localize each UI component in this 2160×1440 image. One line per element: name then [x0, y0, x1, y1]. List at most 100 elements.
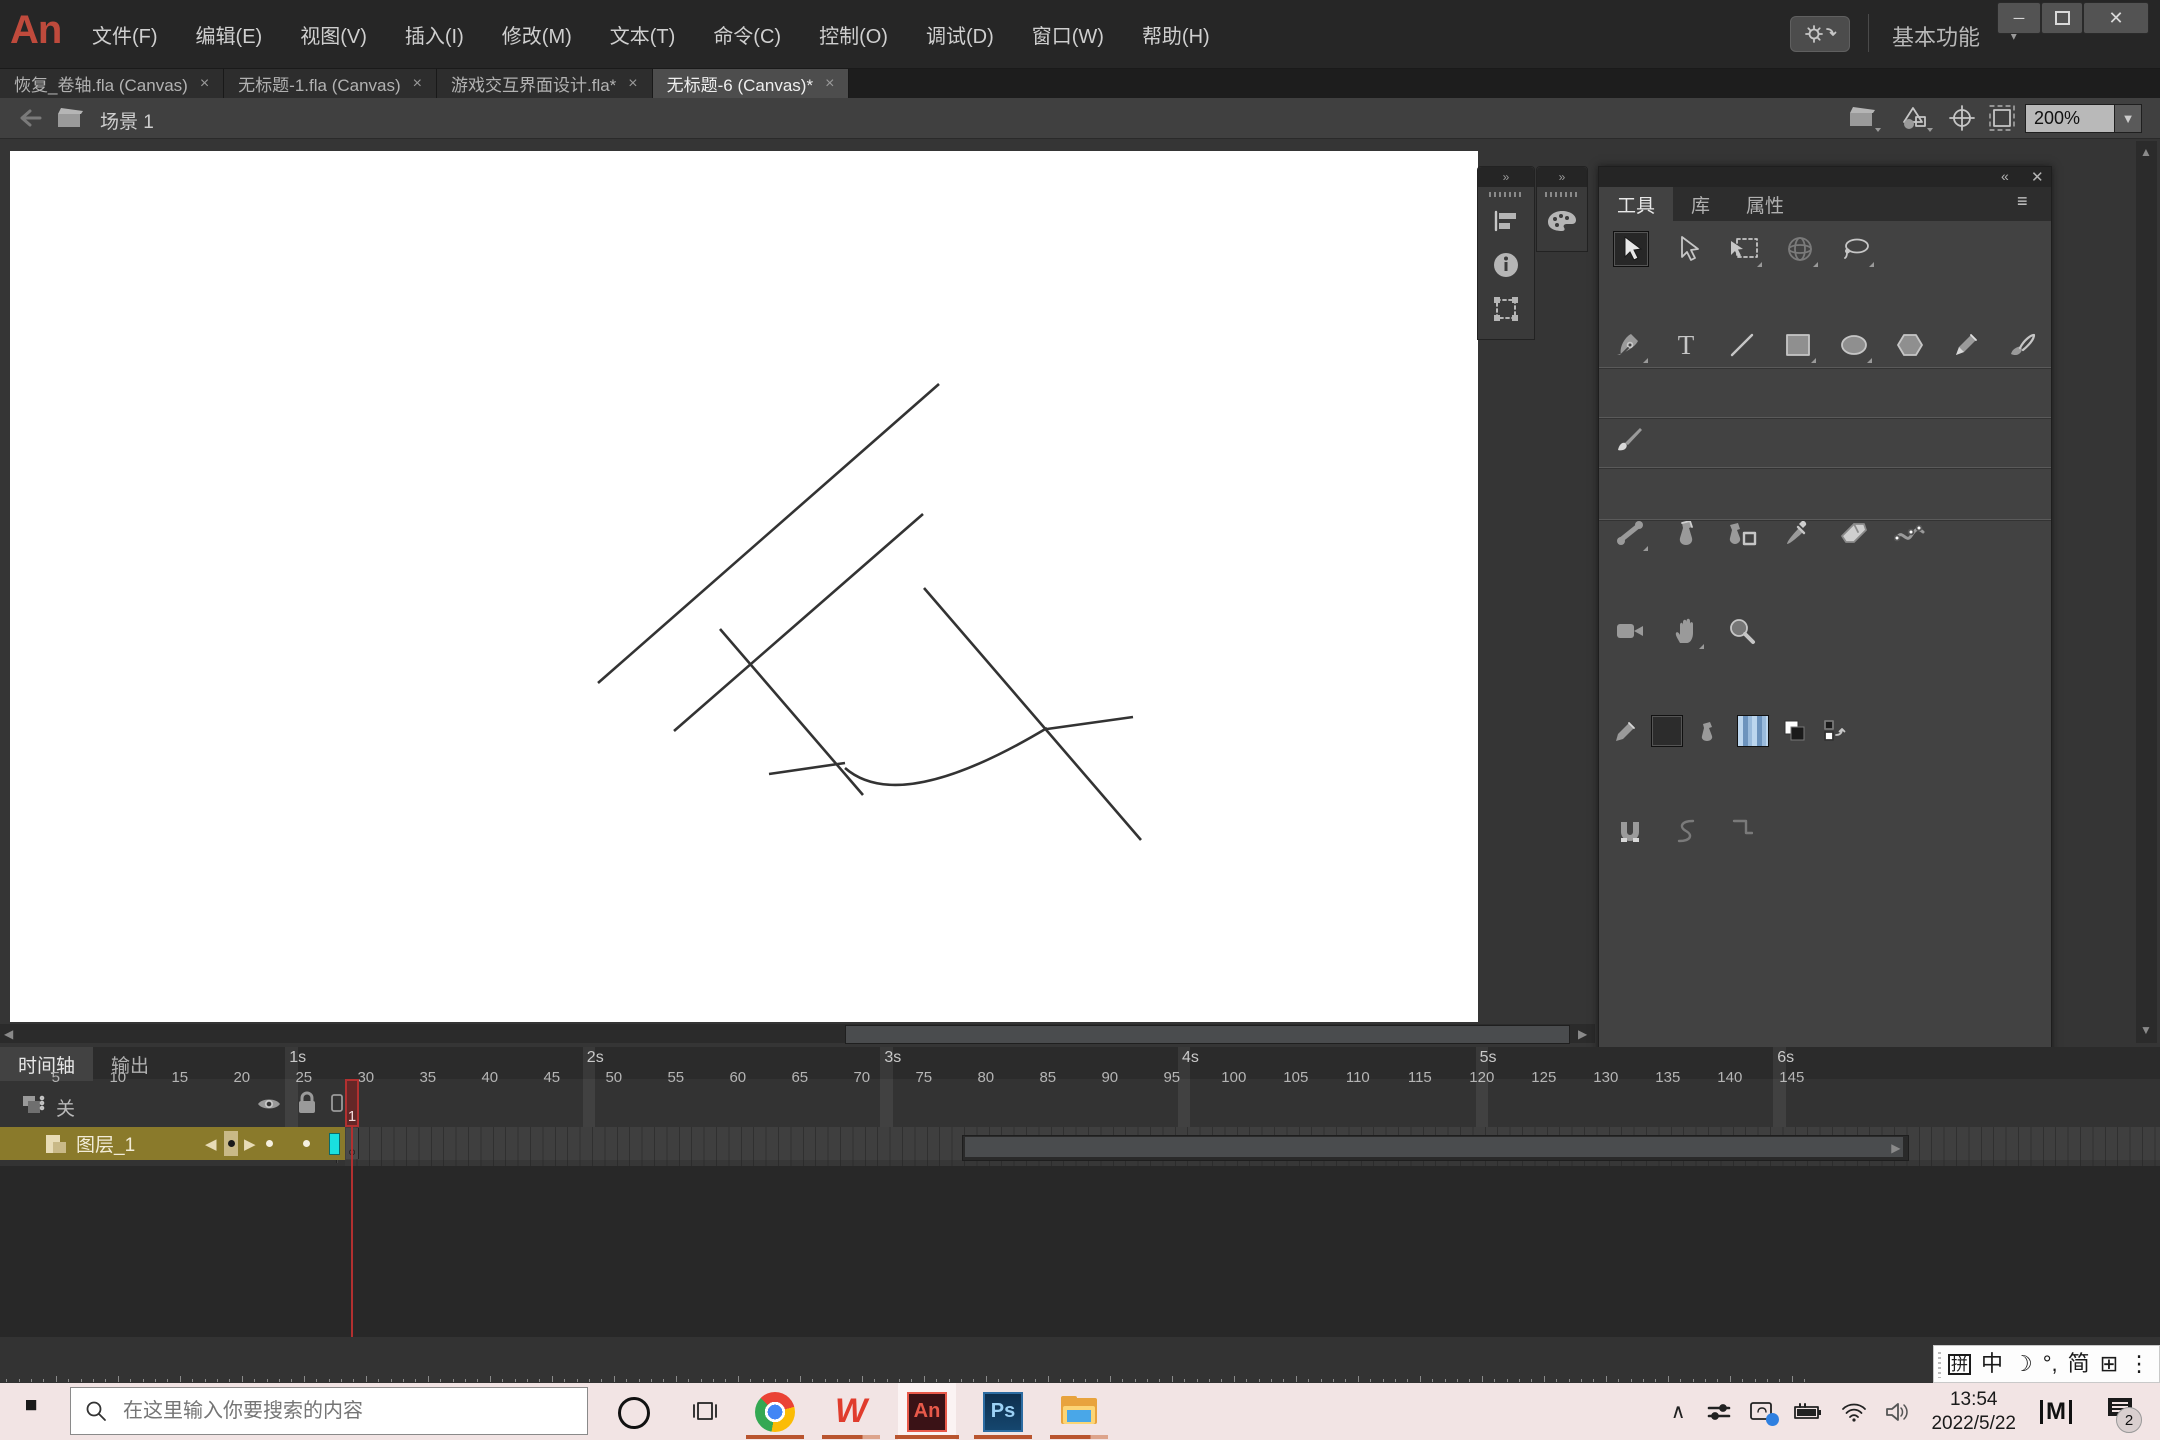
- tab-close-icon[interactable]: ×: [413, 75, 422, 93]
- taskbar-app-wps[interactable]: W: [828, 1389, 874, 1434]
- menu-1[interactable]: 文件(F): [92, 20, 158, 49]
- menu-2[interactable]: 编辑(E): [196, 20, 263, 49]
- show-hide-all-layers-icon[interactable]: [256, 1095, 282, 1113]
- ime-item-7[interactable]: ⋮: [2128, 1353, 2150, 1375]
- back-arrow-icon[interactable]: [18, 108, 44, 128]
- ime-item-3[interactable]: ☽: [2013, 1353, 2033, 1375]
- menu-11[interactable]: 帮助(H): [1142, 20, 1210, 49]
- search-input[interactable]: [121, 1399, 545, 1424]
- playhead[interactable]: 1: [345, 1079, 359, 1127]
- ime-item-6[interactable]: ⊞: [2100, 1353, 2118, 1375]
- fill-color-swatch[interactable]: [1737, 715, 1769, 747]
- workspace-switcher-button[interactable]: [1790, 16, 1850, 52]
- layer-outline-color[interactable]: [329, 1133, 340, 1155]
- layer-name[interactable]: 图层_1: [76, 1130, 135, 1157]
- taskbar-app-photoshop[interactable]: Ps: [980, 1389, 1026, 1434]
- scrollbar-thumb[interactable]: [845, 1025, 1570, 1044]
- center-stage-icon[interactable]: [1948, 104, 1976, 132]
- info-panel-button[interactable]: [1478, 243, 1534, 287]
- outline-all-layers-icon[interactable]: [330, 1093, 344, 1113]
- edit-symbols-icon[interactable]: [1898, 104, 1934, 132]
- maximize-button[interactable]: [2041, 2, 2083, 34]
- subselection-tool[interactable]: [1671, 232, 1705, 266]
- taskbar-clock[interactable]: 13:54 2022/5/22: [1931, 1388, 2016, 1436]
- free-transform-tool[interactable]: [1727, 232, 1761, 266]
- ime-item-1[interactable]: 拼: [1948, 1354, 1971, 1375]
- timeline-tab-输出[interactable]: 输出: [93, 1047, 167, 1081]
- scroll-down-icon[interactable]: ▼: [2140, 1023, 2152, 1037]
- taskbar-app-chrome[interactable]: [752, 1389, 798, 1434]
- display-sync-icon[interactable]: [1749, 1400, 1775, 1424]
- task-view-button[interactable]: [692, 1399, 718, 1423]
- selection-tool[interactable]: [1613, 231, 1649, 267]
- timeline-scrollbar[interactable]: ◀ ▶: [962, 1135, 1909, 1161]
- transform-panel-button[interactable]: [1478, 287, 1534, 331]
- tab-close-icon[interactable]: ×: [200, 75, 209, 93]
- classic-brush-tool[interactable]: [1613, 422, 1647, 456]
- start-button[interactable]: [26, 1400, 48, 1422]
- panel-grip[interactable]: [1489, 192, 1523, 197]
- close-window-button[interactable]: ✕: [2083, 2, 2149, 34]
- scrollbar-thumb[interactable]: [965, 1137, 1903, 1157]
- camera-tool[interactable]: [1613, 614, 1647, 648]
- onion-prev-icon[interactable]: ◀: [205, 1135, 217, 1153]
- stage-horizontal-scrollbar[interactable]: ◀ ▶: [0, 1024, 1595, 1043]
- ime-toolbar[interactable]: 拼中☽°,简⊞⋮: [1933, 1345, 2160, 1383]
- stage-canvas[interactable]: [10, 151, 1478, 1022]
- volume-icon[interactable]: [1885, 1401, 1911, 1423]
- snap-to-objects-icon[interactable]: [1613, 814, 1647, 848]
- action-center-button[interactable]: 2: [2106, 1396, 2134, 1427]
- eyedropper-tool[interactable]: [1781, 516, 1815, 550]
- ime-item-5[interactable]: 简: [2068, 1353, 2090, 1375]
- menu-9[interactable]: 调试(D): [926, 20, 994, 49]
- battery-icon[interactable]: [1793, 1402, 1823, 1422]
- bone-tool[interactable]: [1613, 516, 1647, 550]
- document-tab-1[interactable]: 恢复_卷轴.fla (Canvas)×: [0, 69, 224, 98]
- width-tool[interactable]: [1893, 516, 1927, 550]
- rectangle-tool[interactable]: [1781, 328, 1815, 362]
- panel-tab-工具[interactable]: 工具: [1599, 187, 1673, 221]
- zoom-dropdown-button[interactable]: ▼: [2114, 104, 2142, 133]
- text-tool[interactable]: T: [1669, 328, 1703, 362]
- menu-3[interactable]: 视图(V): [300, 20, 367, 49]
- cortana-button[interactable]: [618, 1397, 650, 1429]
- polystar-tool[interactable]: [1893, 328, 1927, 362]
- clip-content-icon[interactable]: [1988, 104, 2016, 132]
- stage-vertical-scrollbar[interactable]: ▲ ▼: [2136, 141, 2157, 1043]
- minimize-button[interactable]: ─: [1997, 2, 2041, 34]
- scroll-up-icon[interactable]: ▲: [2140, 145, 2152, 159]
- default-colors-icon[interactable]: [1781, 714, 1809, 748]
- panel-grip[interactable]: [1545, 192, 1579, 197]
- menu-10[interactable]: 窗口(W): [1032, 20, 1104, 49]
- paint-bucket-tool[interactable]: [1725, 516, 1759, 550]
- layer-row[interactable]: 图层_1 ◀ ▶: [0, 1127, 345, 1160]
- lock-all-layers-icon[interactable]: [296, 1091, 318, 1115]
- expand-panels-button[interactable]: »: [1537, 167, 1587, 187]
- paint-brush-tool[interactable]: [2005, 328, 2039, 362]
- zoom-level-input[interactable]: 200%: [2025, 104, 2123, 133]
- touchpad-settings-icon[interactable]: [1707, 1401, 1731, 1423]
- workspace-label[interactable]: 基本功能: [1892, 20, 1980, 52]
- pen-tool[interactable]: [1613, 328, 1647, 362]
- layer-visibility-dot[interactable]: [266, 1140, 273, 1147]
- menu-5[interactable]: 修改(M): [502, 20, 572, 49]
- onion-next-icon[interactable]: ▶: [244, 1135, 256, 1153]
- align-panel-button[interactable]: [1478, 199, 1534, 243]
- show-hidden-icons-button[interactable]: ∧: [1671, 1399, 1686, 1424]
- color-panel-button[interactable]: [1537, 199, 1587, 243]
- oval-tool[interactable]: [1837, 328, 1871, 362]
- lasso-tool[interactable]: [1839, 232, 1873, 266]
- straighten-icon[interactable]: [1725, 814, 1759, 848]
- 3d-rotation-tool[interactable]: [1783, 232, 1817, 266]
- timeline-tab-时间轴[interactable]: 时间轴: [0, 1047, 93, 1081]
- ime-item-4[interactable]: °,: [2043, 1353, 2058, 1375]
- scroll-right-icon[interactable]: ▶: [1578, 1027, 1587, 1041]
- document-tab-4[interactable]: 无标题-6 (Canvas)*×: [653, 69, 850, 98]
- scroll-left-icon[interactable]: ◀: [4, 1027, 13, 1041]
- panel-tab-库[interactable]: 库: [1673, 187, 1728, 221]
- zoom-tool[interactable]: [1725, 614, 1759, 648]
- taskbar-search[interactable]: [70, 1387, 588, 1435]
- expand-panels-button[interactable]: »: [1478, 167, 1534, 187]
- smooth-icon[interactable]: [1669, 814, 1703, 848]
- document-tab-2[interactable]: 无标题-1.fla (Canvas)×: [224, 69, 437, 98]
